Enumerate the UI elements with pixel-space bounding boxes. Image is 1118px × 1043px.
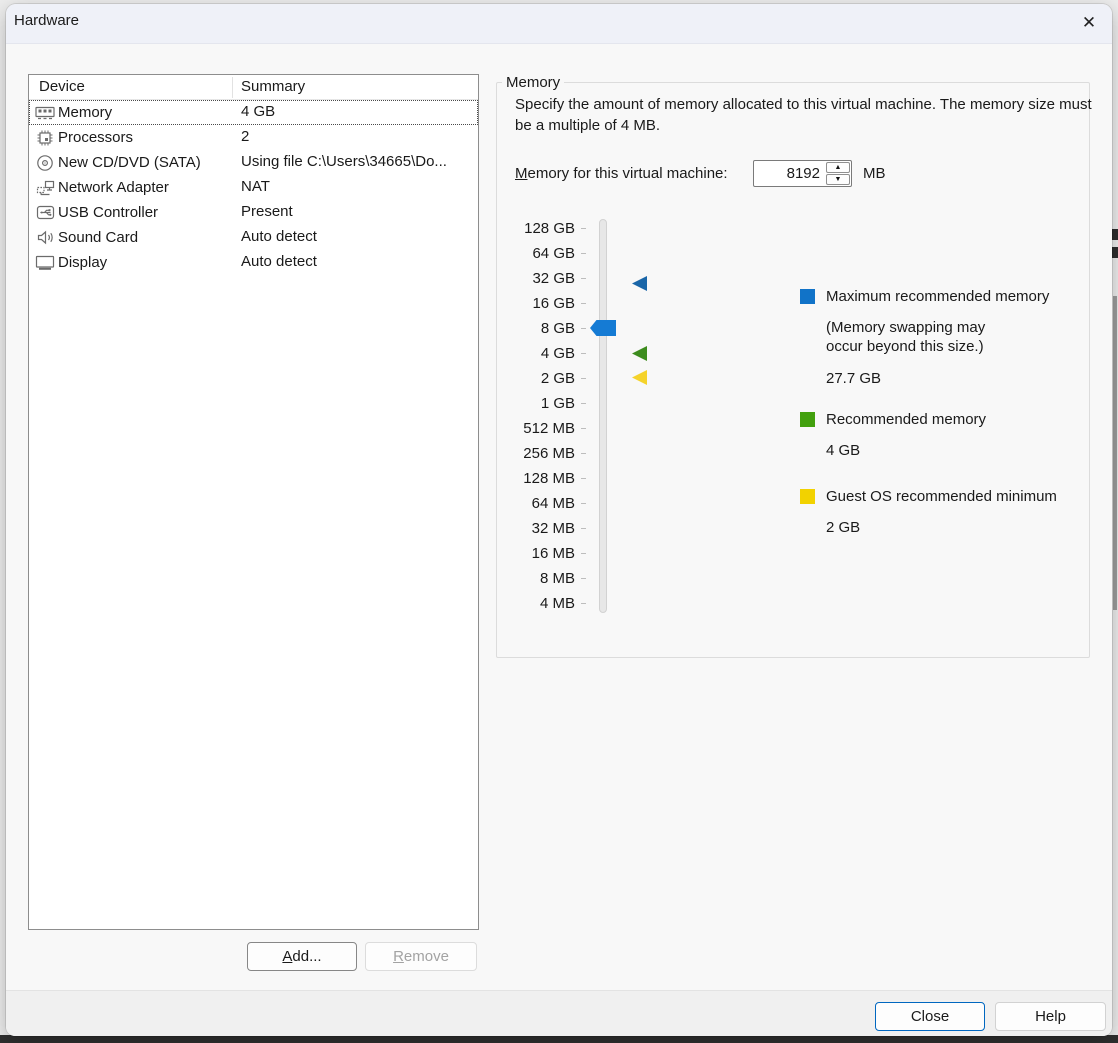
legend-label: Maximum recommended memory bbox=[826, 288, 1050, 305]
device-summary: NAT bbox=[241, 178, 270, 195]
yellow-swatch-icon bbox=[800, 489, 815, 504]
tick-256mb: 256 MB bbox=[480, 443, 586, 463]
display-icon bbox=[32, 254, 58, 271]
usb-icon bbox=[32, 204, 58, 221]
memory-icon bbox=[32, 105, 58, 121]
tick-8mb: 8 MB bbox=[480, 568, 586, 588]
hardware-dialog-screen: Hardware ✕ Device Summary Memory 4 GB Pr… bbox=[0, 0, 1118, 1043]
tick-4gb: 4 GB bbox=[480, 343, 586, 363]
device-name: USB Controller bbox=[58, 204, 159, 221]
add-button[interactable]: Add... bbox=[247, 942, 357, 971]
background-artifact bbox=[1112, 247, 1118, 258]
background-window-edge bbox=[0, 1035, 1118, 1043]
device-row-usb-controller[interactable]: USB Controller Present bbox=[29, 200, 478, 225]
tick-32gb: 32 GB bbox=[480, 268, 586, 288]
network-adapter-icon bbox=[32, 179, 58, 196]
device-summary: 2 bbox=[241, 128, 250, 145]
close-icon[interactable]: ✕ bbox=[1074, 9, 1104, 37]
device-row-sound-card[interactable]: Sound Card Auto detect bbox=[29, 225, 478, 250]
memory-field-label: Memory for this virtual machine: bbox=[515, 165, 728, 182]
close-button[interactable]: Close bbox=[875, 1002, 985, 1031]
column-divider bbox=[232, 77, 233, 98]
tick-16gb: 16 GB bbox=[480, 293, 586, 313]
help-button[interactable]: Help bbox=[995, 1002, 1106, 1031]
processor-icon bbox=[32, 129, 58, 147]
tick-16mb: 16 MB bbox=[480, 543, 586, 563]
device-row-network-adapter[interactable]: Network Adapter NAT bbox=[29, 175, 478, 200]
memory-description: Specify the amount of memory allocated t… bbox=[515, 96, 1092, 134]
device-list-header: Device Summary bbox=[29, 75, 478, 100]
groupbox-title: Memory bbox=[502, 74, 565, 91]
tick-1gb: 1 GB bbox=[480, 393, 586, 413]
cd-dvd-icon bbox=[32, 154, 58, 172]
legend-maximum-recommended: Maximum recommended memory (Memory swapp… bbox=[800, 288, 1090, 387]
legend-label: Guest OS recommended minimum bbox=[826, 488, 1057, 505]
tick-512mb: 512 MB bbox=[480, 418, 586, 438]
device-row-memory[interactable]: Memory 4 GB bbox=[29, 100, 478, 125]
legend-value: 2 GB bbox=[826, 519, 861, 536]
legend-guest-os-minimum: Guest OS recommended minimum 2 GB bbox=[800, 488, 1090, 536]
device-name: New CD/DVD (SATA) bbox=[58, 154, 201, 171]
dialog-title: Hardware bbox=[14, 12, 80, 29]
memory-size-value[interactable]: 8192 bbox=[754, 161, 825, 186]
column-header-summary: Summary bbox=[241, 78, 306, 95]
speaker-icon bbox=[32, 229, 58, 246]
column-header-device: Device bbox=[39, 78, 85, 95]
legend-value: 4 GB bbox=[826, 442, 861, 459]
legend-note: (Memory swapping may occur beyond this s… bbox=[826, 319, 986, 355]
background-artifact bbox=[1112, 229, 1118, 240]
tick-32mb: 32 MB bbox=[480, 518, 586, 538]
tick-128gb: 128 GB bbox=[480, 218, 586, 238]
tick-8gb: 8 GB bbox=[480, 318, 586, 338]
tick-128mb: 128 MB bbox=[480, 468, 586, 488]
tick-2gb: 2 GB bbox=[480, 368, 586, 388]
spin-up-icon[interactable]: ▲ bbox=[826, 162, 850, 173]
legend-value: 27.7 GB bbox=[826, 370, 882, 387]
title-bar bbox=[6, 4, 1112, 44]
device-name: Sound Card bbox=[58, 229, 139, 246]
memory-size-input[interactable]: 8192 ▲ ▼ bbox=[753, 160, 852, 187]
blue-swatch-icon bbox=[800, 289, 815, 304]
device-summary: Present bbox=[241, 203, 293, 220]
device-name: Memory bbox=[58, 104, 113, 121]
memory-slider-track[interactable] bbox=[599, 219, 607, 613]
remove-button[interactable]: Remove bbox=[365, 942, 477, 971]
device-row-processors[interactable]: Processors 2 bbox=[29, 125, 478, 150]
device-row-cd-dvd[interactable]: New CD/DVD (SATA) Using file C:\Users\34… bbox=[29, 150, 478, 175]
device-summary: Auto detect bbox=[241, 228, 317, 245]
tick-64gb: 64 GB bbox=[480, 243, 586, 263]
device-row-display[interactable]: Display Auto detect bbox=[29, 250, 478, 275]
green-swatch-icon bbox=[800, 412, 815, 427]
device-name: Network Adapter bbox=[58, 179, 169, 196]
device-summary: 4 GB bbox=[241, 103, 276, 120]
spin-down-icon[interactable]: ▼ bbox=[826, 174, 850, 185]
background-scrollbar-artifact bbox=[1113, 296, 1117, 610]
tick-64mb: 64 MB bbox=[480, 493, 586, 513]
legend-label: Recommended memory bbox=[826, 411, 987, 428]
device-name: Display bbox=[58, 254, 108, 271]
device-list[interactable]: Device Summary Memory 4 GB Processors 2 … bbox=[28, 74, 479, 930]
device-name: Processors bbox=[58, 129, 134, 146]
device-summary: Auto detect bbox=[241, 253, 317, 270]
device-summary: Using file C:\Users\34665\Do... bbox=[241, 153, 447, 170]
legend-recommended: Recommended memory 4 GB bbox=[800, 411, 1090, 459]
memory-unit-label: MB bbox=[863, 165, 886, 182]
tick-4mb: 4 MB bbox=[480, 593, 586, 613]
